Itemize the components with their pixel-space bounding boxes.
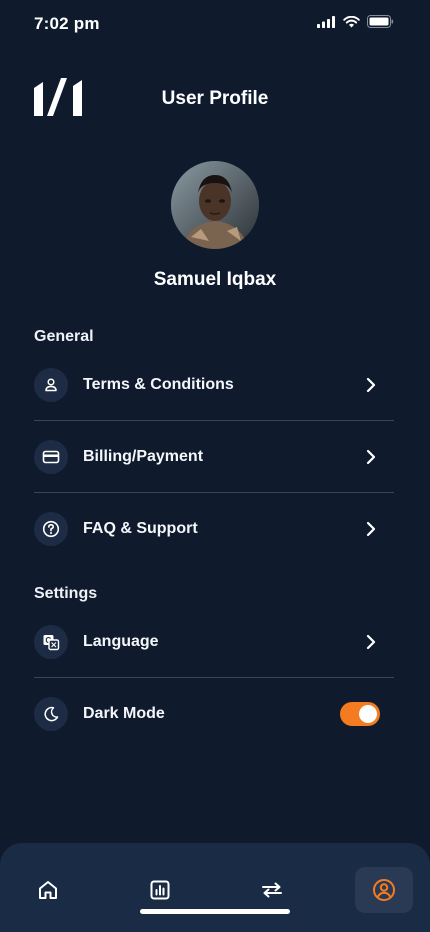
menu-item-dark-mode: Dark Mode: [34, 684, 394, 744]
home-icon: [39, 881, 57, 899]
chevron-right-icon: [366, 521, 376, 537]
header: User Profile: [0, 70, 430, 130]
menu-item-language[interactable]: G Language: [34, 612, 394, 672]
signal-icon: [317, 15, 335, 28]
toggle-knob: [359, 705, 377, 723]
menu-item-terms[interactable]: Terms & Conditions: [34, 355, 394, 415]
tab-stats[interactable]: [131, 867, 189, 913]
divider: [34, 420, 394, 421]
menu-item-label: Terms & Conditions: [83, 376, 234, 393]
battery-icon: [367, 15, 394, 28]
menu-item-label: Dark Mode: [83, 705, 165, 722]
section-title-general: General: [34, 328, 94, 345]
wifi-icon: [343, 15, 360, 27]
avatar-image: [171, 161, 259, 249]
translate-icon: G: [34, 625, 68, 659]
menu-item-faq[interactable]: FAQ & Support: [34, 499, 394, 559]
transfer-icon: [262, 882, 282, 898]
avatar[interactable]: [171, 161, 259, 249]
moon-icon: [34, 697, 68, 731]
status-bar: 7:02 pm: [0, 0, 430, 48]
section-title-settings: Settings: [34, 585, 98, 602]
user-name: Samuel Iqbax: [153, 269, 277, 290]
chart-icon: [150, 880, 170, 900]
credit-card-icon: [34, 440, 68, 474]
divider: [34, 677, 394, 678]
menu-item-billing[interactable]: Billing/Payment: [34, 427, 394, 487]
tab-profile[interactable]: [355, 867, 413, 913]
status-icons: [317, 15, 394, 28]
menu-item-label: Billing/Payment: [83, 448, 204, 465]
dark-mode-toggle[interactable]: [340, 702, 380, 726]
menu-item-label: Language: [83, 633, 159, 650]
tab-transfer[interactable]: [243, 867, 301, 913]
tab-home[interactable]: [19, 867, 77, 913]
home-indicator: [140, 909, 290, 914]
menu-item-label: FAQ & Support: [83, 520, 198, 537]
page-title: User Profile: [161, 88, 269, 109]
chevron-right-icon: [366, 634, 376, 650]
divider: [34, 492, 394, 493]
help-circle-icon: [34, 512, 68, 546]
user-icon: [34, 368, 68, 402]
profile-icon: [373, 879, 395, 901]
status-time: 7:02 pm: [34, 14, 100, 33]
chevron-right-icon: [366, 377, 376, 393]
chevron-right-icon: [366, 449, 376, 465]
tab-bar: [0, 843, 430, 932]
